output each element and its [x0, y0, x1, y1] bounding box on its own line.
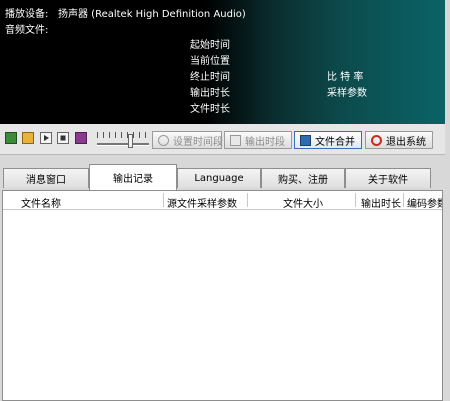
tab-bar: 消息窗口 输出记录 Language 购买、注册 关于软件 [0, 162, 445, 190]
save-icon[interactable] [5, 132, 17, 144]
start-time-label: 起始时间 [190, 40, 230, 51]
output-duration-label: 输出时长 [190, 88, 230, 99]
output-period-label: 输出时段 [245, 136, 285, 148]
tab-label: 购买、注册 [278, 175, 328, 186]
set-time-period-button[interactable]: 设置时间段 [152, 131, 223, 149]
output-period-button[interactable]: 输出时段 [224, 131, 292, 149]
tab-label: 关于软件 [368, 175, 408, 186]
slider-ticks [97, 132, 149, 138]
column-encoding-params[interactable]: 编码参数 [407, 195, 442, 210]
column-divider[interactable] [247, 193, 248, 207]
table-header: 文件名称 源文件采样参数 文件大小 输出时长 编码参数 [3, 191, 442, 210]
merge-files-label: 文件合并 [315, 136, 355, 148]
device-value: 扬声器 (Realtek High Definition Audio) [58, 9, 246, 20]
exit-system-button[interactable]: 退出系统 [365, 131, 433, 149]
tab-about[interactable]: 关于软件 [345, 168, 431, 188]
column-divider[interactable] [163, 193, 164, 207]
volume-slider[interactable] [97, 143, 149, 146]
column-source-sample-params[interactable]: 源文件采样参数 [167, 195, 237, 210]
file-duration-label: 文件时长 [190, 104, 230, 115]
power-icon [371, 134, 382, 146]
device-label: 播放设备: [5, 9, 49, 20]
tab-output-log[interactable]: 输出记录 [89, 164, 177, 190]
merge-files-button[interactable]: 文件合并 [294, 131, 362, 149]
merge-icon [300, 134, 311, 146]
stop-icon[interactable] [57, 132, 69, 144]
tab-label: 输出记录 [113, 174, 153, 185]
set-time-period-label: 设置时间段 [173, 136, 223, 148]
info-display: 播放设备: 扬声器 (Realtek High Definition Audio… [0, 0, 445, 124]
column-file-size[interactable]: 文件大小 [283, 195, 323, 210]
clock-icon [158, 134, 169, 146]
sample-params-label: 采样参数 [327, 88, 367, 99]
tab-label: Language [194, 173, 244, 184]
play-icon[interactable] [40, 132, 52, 144]
volume-slider-thumb[interactable] [128, 134, 133, 148]
audio-file-row: 音频文件: [5, 21, 48, 36]
device-row: 播放设备: 扬声器 (Realtek High Definition Audio… [5, 5, 246, 20]
column-file-name[interactable]: 文件名称 [21, 195, 61, 210]
folder-open-icon[interactable] [22, 132, 34, 144]
column-output-duration[interactable]: 输出时长 [361, 195, 401, 210]
save-disk-icon [230, 134, 241, 146]
tab-language[interactable]: Language [177, 168, 261, 188]
bitrate-label: 比 特 率 [327, 72, 364, 83]
output-log-table[interactable]: 文件名称 源文件采样参数 文件大小 输出时长 编码参数 [2, 190, 443, 401]
tab-purchase-register[interactable]: 购买、注册 [261, 168, 345, 188]
tab-label: 消息窗口 [26, 175, 66, 186]
exit-system-label: 退出系统 [386, 136, 426, 148]
tab-message-window[interactable]: 消息窗口 [3, 168, 89, 188]
column-divider[interactable] [355, 193, 356, 207]
current-position-label: 当前位置 [190, 56, 230, 67]
audio-file-label: 音频文件: [5, 25, 49, 36]
column-divider[interactable] [403, 193, 404, 207]
end-time-label: 终止时间 [190, 72, 230, 83]
book-icon[interactable] [75, 132, 87, 144]
